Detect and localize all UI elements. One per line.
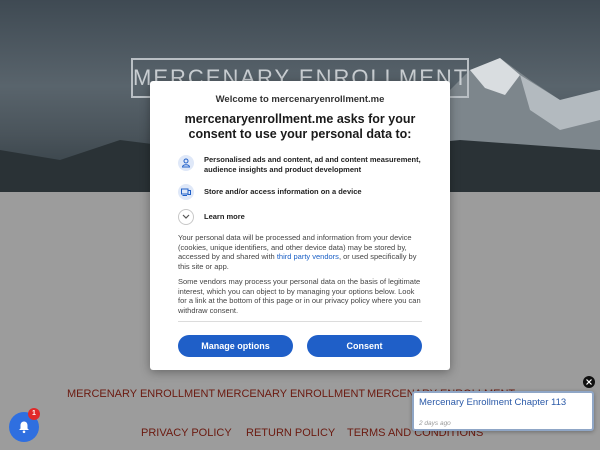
notification-title[interactable]: Mercenary Enrollment Chapter 113 (419, 397, 589, 408)
divider (178, 321, 422, 322)
consent-button[interactable]: Consent (307, 335, 422, 357)
third-party-vendors-link[interactable]: third party vendors (277, 252, 339, 261)
nav-link[interactable]: MERCENARY ENROLLMENT (217, 388, 365, 400)
push-notification-card[interactable]: Mercenary Enrollment Chapter 113 2 days … (412, 391, 594, 431)
close-icon[interactable] (583, 376, 595, 388)
notification-time: 2 days ago (419, 420, 451, 427)
purpose-item: Personalised ads and content, ad and con… (178, 155, 422, 179)
chevron-down-icon[interactable] (178, 209, 194, 225)
purpose-item: Store and/or access information on a dev… (178, 184, 422, 208)
dialog-heading: mercenaryenrollment.me asks for your con… (184, 112, 416, 141)
purpose-text: Personalised ads and content, ad and con… (204, 155, 421, 174)
bell-icon (19, 421, 29, 434)
learn-more-label[interactable]: Learn more (204, 212, 245, 221)
privacy-policy-link[interactable]: PRIVACY POLICY (141, 427, 232, 439)
notification-count-badge: 1 (28, 408, 40, 420)
dialog-welcome: Welcome to mercenaryenrollment.me (215, 94, 385, 105)
purpose-text: Store and/or access information on a dev… (204, 187, 362, 196)
nav-link[interactable]: MERCENARY ENROLLMENT (67, 388, 215, 400)
legitimate-interest-text: Some vendors may process your personal d… (178, 277, 421, 315)
manage-options-button[interactable]: Manage options (178, 335, 293, 357)
consent-dialog: Welcome to mercenaryenrollment.me mercen… (150, 81, 450, 370)
return-policy-link[interactable]: RETURN POLICY (246, 427, 335, 439)
learn-more-toggle[interactable]: Learn more (178, 209, 422, 227)
person-icon (178, 155, 194, 171)
device-icon (178, 184, 194, 200)
data-processing-text: Your personal data will be processed and… (178, 233, 422, 271)
